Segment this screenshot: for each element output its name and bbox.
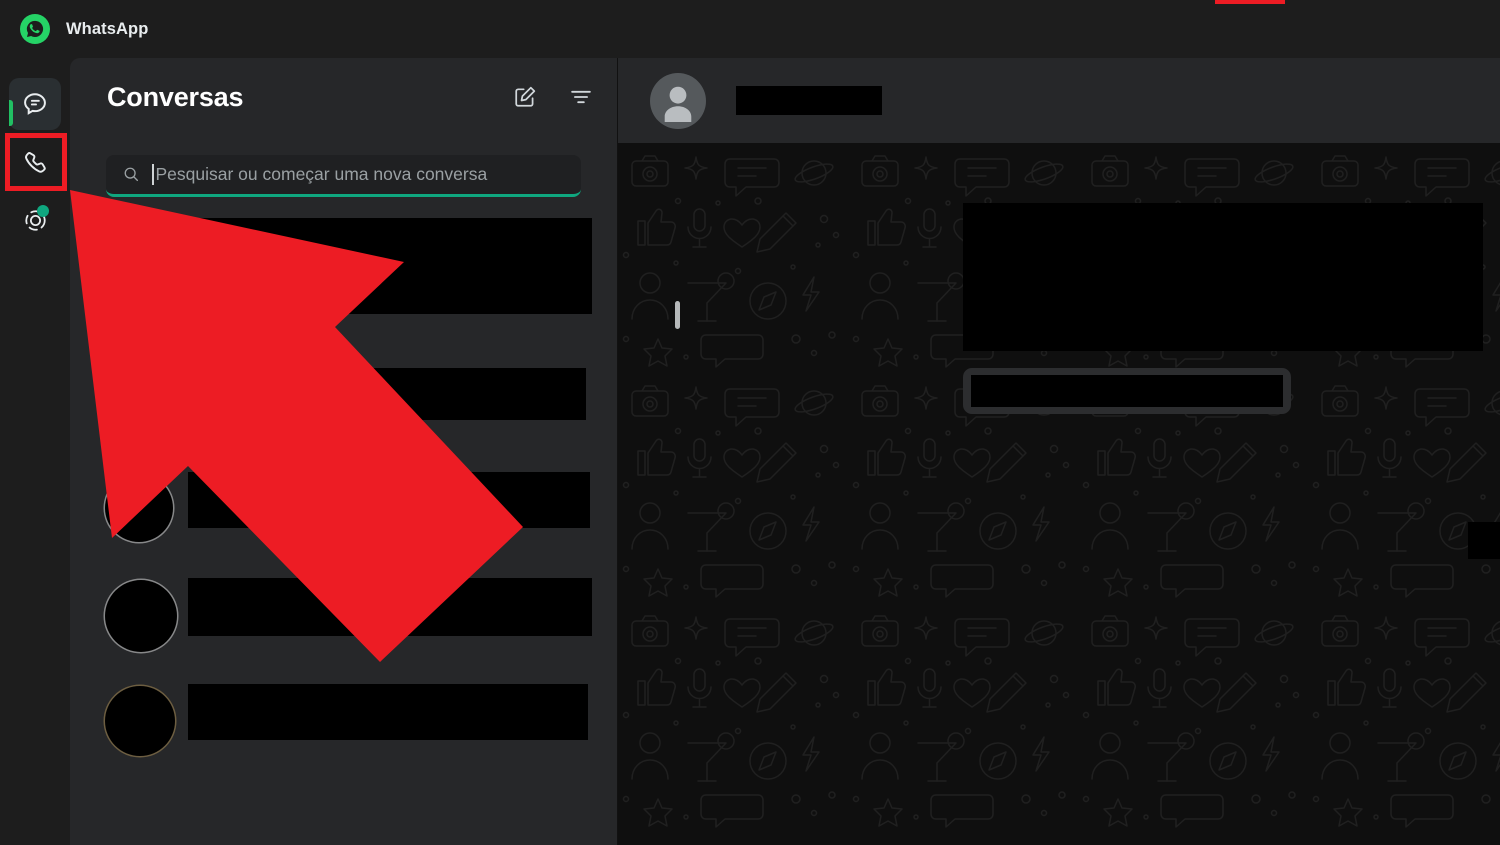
search-field-wrapper[interactable]: Pesquisar ou começar uma nova conversa [106, 155, 581, 197]
chat-bubble-icon [24, 93, 46, 115]
message-bubble-redaction [971, 375, 1283, 407]
app-title: WhatsApp [66, 19, 149, 38]
filter-button[interactable] [568, 84, 594, 110]
chat-list-rows [70, 208, 618, 845]
filter-icon [571, 90, 591, 104]
row-redaction [188, 472, 590, 528]
avatar [105, 686, 175, 756]
phone-handset-icon [24, 151, 46, 173]
avatar[interactable] [650, 72, 706, 129]
new-chat-button[interactable] [512, 84, 538, 110]
sidebar-item-status[interactable] [9, 194, 61, 246]
conversation-header[interactable] [618, 58, 1500, 143]
sidebar-item-chats[interactable] [9, 78, 61, 130]
avatar [105, 370, 173, 438]
sidebar-item-calls[interactable] [9, 136, 61, 188]
row-redaction [188, 368, 586, 420]
default-person-avatar-icon [664, 86, 692, 122]
conversation-panel [618, 58, 1500, 845]
contact-name-redaction [736, 86, 882, 115]
avatar [105, 474, 173, 542]
list-item[interactable] [70, 460, 618, 564]
page-title: Conversas [107, 81, 244, 112]
titlebar: WhatsApp [0, 0, 1500, 58]
whatsapp-desktop-window: WhatsApp Conversas Pesquisar ou começar … [0, 0, 1500, 845]
list-item[interactable] [70, 248, 618, 352]
message-bubble-redaction [963, 203, 1483, 351]
message-bubble [963, 368, 1291, 414]
avatar [105, 580, 177, 652]
search-placeholder: Pesquisar ou começar uma nova conversa [155, 164, 488, 184]
edge-redaction [1468, 522, 1500, 559]
list-item[interactable] [70, 208, 618, 270]
chat-list-scrollbar[interactable] [675, 301, 680, 329]
list-item[interactable] [70, 566, 618, 670]
row-redaction [188, 684, 588, 740]
chat-list-header: Conversas [70, 58, 618, 136]
active-indicator-bar [9, 100, 13, 126]
row-redaction [188, 262, 592, 314]
search-icon [122, 165, 141, 184]
text-caret [152, 164, 154, 185]
whatsapp-logo-icon [20, 14, 50, 44]
compose-icon [515, 86, 536, 107]
message-area [618, 143, 1500, 845]
status-unread-badge [37, 205, 49, 217]
navigation-rail [0, 58, 70, 845]
list-item[interactable] [70, 354, 618, 458]
top-annotation-stub [1215, 0, 1285, 4]
chat-list-panel: Conversas Pesquisar ou começar uma nova … [70, 58, 680, 845]
row-redaction [188, 578, 592, 636]
chat-list-actions [512, 84, 594, 110]
list-item[interactable] [70, 672, 618, 776]
search-input[interactable]: Pesquisar ou começar uma nova conversa [106, 155, 581, 197]
